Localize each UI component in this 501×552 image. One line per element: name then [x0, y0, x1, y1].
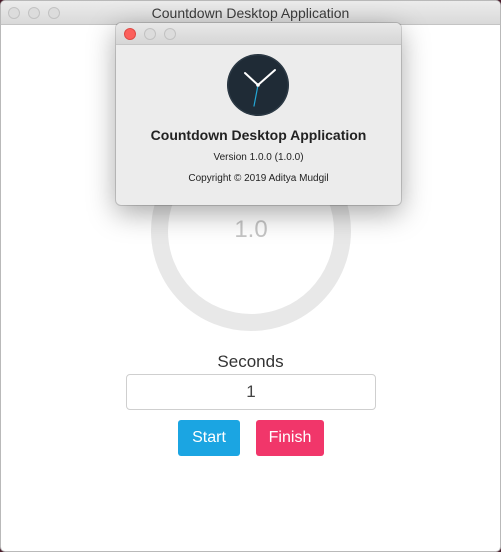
window-titlebar[interactable]: Countdown Desktop Application	[1, 1, 500, 25]
about-app-name: Countdown Desktop Application	[150, 127, 367, 143]
about-copyright: Copyright © 2019 Aditya Mudgil	[188, 173, 329, 184]
about-version: Version 1.0.0 (1.0.0)	[213, 152, 304, 163]
about-minimize-button	[144, 28, 156, 40]
seconds-input[interactable]	[126, 374, 376, 410]
about-maximize-button	[164, 28, 176, 40]
finish-button[interactable]: Finish	[256, 420, 324, 456]
start-button[interactable]: Start	[178, 420, 240, 456]
about-dialog: Countdown Desktop Application Version 1.…	[116, 23, 401, 205]
window-title: Countdown Desktop Application	[151, 5, 350, 21]
about-close-button[interactable]	[124, 28, 136, 40]
countdown-value: 1.0	[234, 216, 268, 243]
about-dialog-titlebar[interactable]	[116, 23, 401, 45]
seconds-label: Seconds	[217, 352, 284, 371]
clock-icon	[227, 54, 289, 116]
